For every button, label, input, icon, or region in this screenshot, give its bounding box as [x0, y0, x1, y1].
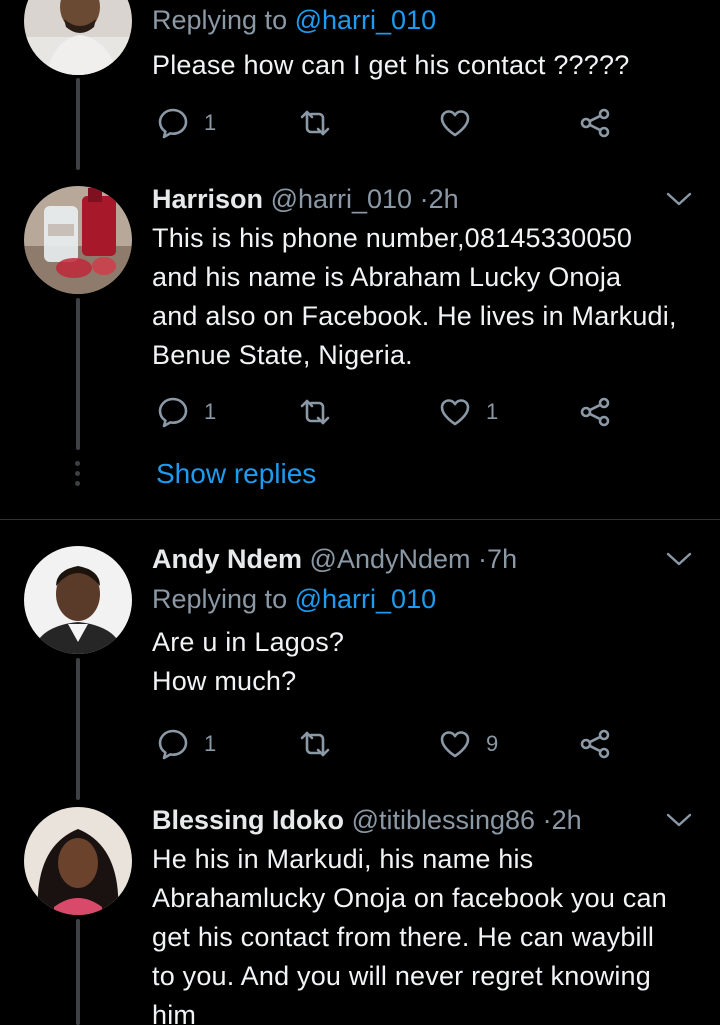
thread-line — [76, 298, 80, 450]
like-button[interactable]: 1 — [438, 392, 498, 432]
replying-to: Replying to @harri_010 — [152, 584, 437, 614]
mention-link[interactable]: @harri_010 — [295, 584, 437, 614]
tweet[interactable]: Andy Ndem @AndyNdem ·7h Replying to @har… — [0, 520, 720, 800]
retweet-button[interactable] — [298, 103, 346, 143]
share-button[interactable] — [578, 103, 612, 143]
display-name[interactable]: Harrison — [152, 184, 263, 214]
separator-dot: · — [542, 805, 552, 835]
reply-count: 1 — [204, 110, 217, 135]
reply-icon — [158, 729, 188, 760]
like-count: 1 — [486, 399, 499, 424]
separator-dot: · — [419, 184, 429, 214]
retweet-button[interactable] — [298, 724, 346, 764]
timestamp: 2h — [551, 805, 582, 835]
mention-link[interactable]: @harri_010 — [295, 5, 437, 35]
user-handle[interactable]: @titiblessing86 — [352, 805, 536, 835]
avatar[interactable] — [24, 546, 132, 654]
tweet-actions: 1 — [152, 103, 632, 143]
replying-to: Replying to @harri_010 — [152, 5, 437, 35]
tweet-header: Blessing Idoko @titiblessing86 ·2h — [152, 802, 690, 838]
tweet-text: This is his phone number,08145330050 and… — [152, 223, 677, 370]
retweet-icon — [300, 731, 330, 757]
display-name[interactable]: Blessing Idoko — [152, 805, 344, 835]
like-icon — [440, 110, 470, 137]
tweet[interactable]: Replying to @harri_010 Please how can I … — [0, 0, 720, 170]
user-handle[interactable]: @harri_010 — [271, 184, 413, 214]
tweet-actions: 1 1 — [152, 392, 632, 432]
share-icon — [580, 729, 610, 759]
user-handle[interactable]: @AndyNdem — [310, 544, 471, 574]
share-icon — [580, 397, 610, 427]
separator-dot: · — [478, 544, 488, 574]
reply-button[interactable]: 1 — [156, 724, 216, 764]
retweet-icon — [300, 399, 330, 425]
avatar[interactable] — [24, 0, 132, 75]
like-count: 9 — [486, 731, 499, 756]
reply-icon — [158, 108, 188, 139]
tweet-header: Andy Ndem @AndyNdem ·7h — [152, 541, 690, 577]
chevron-down-icon[interactable] — [666, 191, 692, 207]
chevron-down-icon[interactable] — [666, 812, 692, 828]
tweet-text: Please how can I get his contact ????? — [152, 50, 630, 80]
display-name[interactable]: Andy Ndem — [152, 544, 302, 574]
reply-icon — [158, 397, 188, 428]
thread-continuation-dots — [75, 461, 81, 491]
share-button[interactable] — [578, 724, 612, 764]
thread-line — [76, 78, 80, 170]
tweet-text: Are u in Lagos? How much? — [152, 627, 345, 696]
avatar[interactable] — [24, 186, 132, 294]
reply-count: 1 — [204, 399, 217, 424]
like-button[interactable]: 9 — [438, 724, 498, 764]
chevron-down-icon[interactable] — [666, 551, 692, 567]
like-icon — [440, 399, 470, 426]
share-button[interactable] — [578, 392, 612, 432]
reply-count: 1 — [204, 731, 217, 756]
tweet-text: He his in Markudi, his name his Abrahaml… — [152, 844, 667, 1025]
tweet-actions: 1 9 — [152, 724, 632, 764]
thread-line — [76, 658, 80, 800]
timestamp: 2h — [428, 184, 459, 214]
share-icon — [580, 108, 610, 138]
thread-line — [76, 919, 80, 1025]
tweet[interactable]: Harrison @harri_010 ·2h This is his phon… — [0, 170, 720, 520]
reply-button[interactable]: 1 — [156, 103, 216, 143]
tweet-header: Harrison @harri_010 ·2h — [152, 181, 690, 217]
avatar[interactable] — [24, 807, 132, 915]
tweet[interactable]: Blessing Idoko @titiblessing86 ·2h He hi… — [0, 800, 720, 1025]
timestamp: 7h — [487, 544, 518, 574]
reply-button[interactable]: 1 — [156, 392, 216, 432]
show-replies-link[interactable]: Show replies — [156, 458, 316, 490]
retweet-icon — [300, 110, 330, 136]
like-icon — [440, 731, 470, 758]
retweet-button[interactable] — [298, 392, 346, 432]
like-button[interactable] — [438, 103, 486, 143]
